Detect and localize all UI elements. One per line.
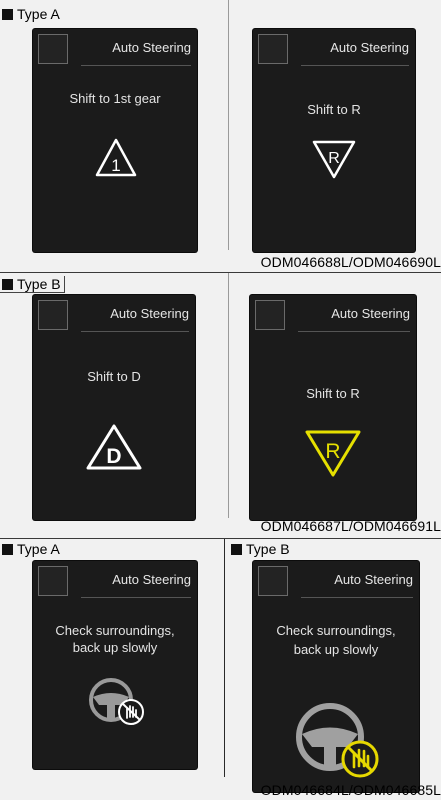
square-bullet-icon bbox=[2, 543, 13, 555]
type-label: Type B bbox=[229, 541, 293, 557]
type-label: Type A bbox=[0, 541, 63, 557]
drive-gear-triangle-icon: D bbox=[85, 422, 143, 472]
screen-message: Shift to 1st gear bbox=[69, 91, 161, 106]
square-bullet-icon bbox=[2, 8, 13, 20]
title-underline bbox=[301, 597, 413, 598]
screen-message: Shift to D bbox=[87, 369, 141, 384]
type-label-text: Type A bbox=[17, 6, 60, 22]
screen-message-line: Check surroundings, bbox=[276, 623, 396, 638]
screen-message-line: back up slowly bbox=[72, 640, 158, 655]
display-screen: Auto Steering Check surroundings, back u… bbox=[253, 561, 419, 792]
screen-title: Auto Steering bbox=[330, 40, 409, 55]
display-screen: Auto Steering Shift to R R bbox=[250, 295, 416, 520]
figure-code: ODM046688L/ODM046690L bbox=[260, 254, 441, 270]
gear-glyph: R bbox=[325, 440, 340, 463]
screen-title: Auto Steering bbox=[110, 306, 189, 321]
divider bbox=[224, 539, 225, 777]
screen-message-line: back up slowly bbox=[293, 642, 379, 657]
screen-message: Shift to R bbox=[307, 102, 361, 117]
gear-glyph: D bbox=[106, 445, 121, 468]
display-screen: Auto Steering Shift to R R bbox=[253, 29, 415, 252]
type-label-text: Type B bbox=[17, 276, 61, 292]
figure-code: ODM046684L/ODM046685L bbox=[260, 782, 441, 798]
title-underline bbox=[298, 331, 410, 332]
screen-title: Auto Steering bbox=[112, 40, 191, 55]
title-underline bbox=[81, 331, 189, 332]
screen-message: Shift to R bbox=[306, 386, 360, 401]
gear-glyph: 1 bbox=[111, 156, 120, 175]
square-bullet-icon bbox=[231, 543, 242, 555]
reverse-gear-triangle-icon: R bbox=[304, 428, 362, 478]
steering-wheel-hands-off-icon bbox=[290, 701, 382, 781]
reverse-gear-triangle-icon: R bbox=[311, 138, 357, 180]
screen-title: Auto Steering bbox=[112, 572, 191, 587]
type-label: Type A bbox=[0, 6, 63, 22]
screen-title: Auto Steering bbox=[331, 306, 410, 321]
square-bullet-icon bbox=[2, 278, 13, 290]
divider bbox=[228, 0, 229, 250]
title-underline bbox=[81, 65, 191, 66]
gear-warning-triangle-icon: 1 bbox=[94, 137, 138, 179]
title-underline bbox=[81, 597, 191, 598]
display-screen: Auto Steering Shift to D D bbox=[33, 295, 195, 520]
gear-glyph: R bbox=[328, 150, 340, 167]
type-label: Type B bbox=[0, 276, 65, 293]
screen-message-line: Check surroundings, bbox=[55, 623, 175, 638]
type-label-text: Type B bbox=[246, 541, 290, 557]
title-underline bbox=[301, 65, 409, 66]
divider bbox=[228, 273, 229, 518]
type-label-text: Type A bbox=[17, 541, 60, 557]
section-type-b-gear: Type B Auto Steering Shift to D D Auto S… bbox=[0, 273, 441, 538]
display-screen: Auto Steering Check surroundings, back u… bbox=[33, 561, 197, 769]
section-type-a-gear: Type A Auto Steering Shift to 1st gear 1… bbox=[0, 0, 441, 272]
screen-title: Auto Steering bbox=[334, 572, 413, 587]
steering-wheel-hands-off-icon bbox=[85, 675, 147, 727]
figure-code: ODM046687L/ODM046691L bbox=[260, 518, 441, 534]
section-check-surroundings: Type A Type B Auto Steering Check surrou… bbox=[0, 539, 441, 800]
display-screen: Auto Steering Shift to 1st gear 1 bbox=[33, 29, 197, 252]
